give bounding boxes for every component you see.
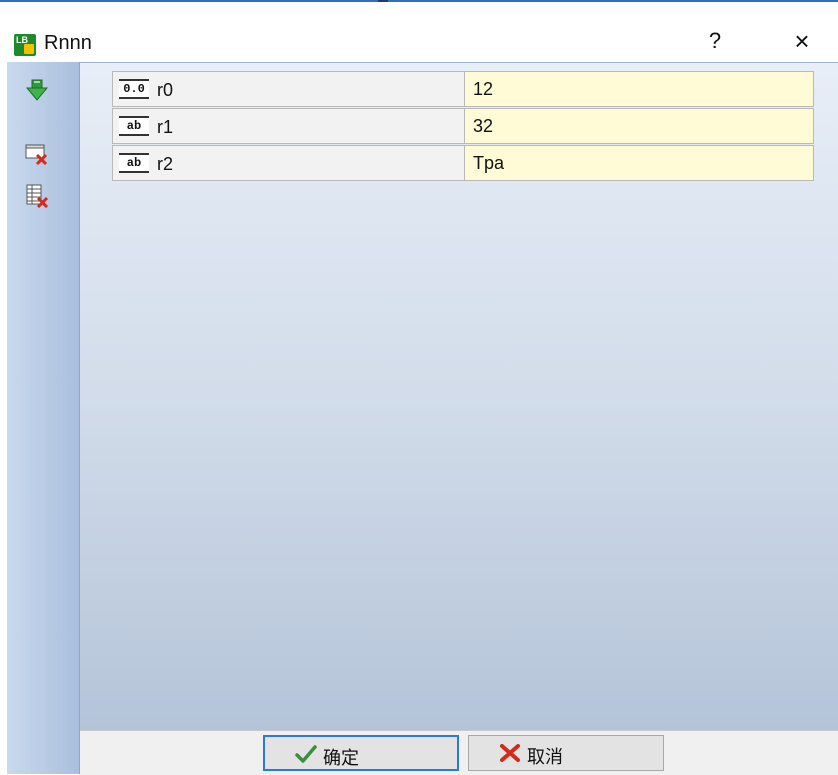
param-value: 12 (473, 79, 494, 99)
param-value-field[interactable]: 32 (464, 108, 814, 144)
red-x-icon (499, 743, 521, 767)
param-name-cell: ab r2 (112, 145, 464, 181)
text-type-icon: ab (119, 153, 149, 173)
close-button[interactable]: × (784, 26, 820, 56)
help-button[interactable]: ? (700, 26, 730, 56)
ok-button-label: 确定 (323, 748, 359, 768)
clear-table-icon[interactable] (25, 184, 49, 209)
cancel-button[interactable]: 取消 (468, 735, 664, 771)
text-type-icon: ab (119, 116, 149, 136)
table-row: ab r1 32 (112, 108, 814, 145)
parameter-grid: 0.0 r0 12 ab r1 32 ab r2 Tpa (112, 71, 814, 182)
app-logo-icon: LB (14, 34, 36, 56)
param-value: 32 (473, 116, 494, 136)
param-name-cell: 0.0 r0 (112, 71, 464, 107)
param-value-field[interactable]: 12 (464, 71, 814, 107)
param-value-field[interactable]: Tpa (464, 145, 814, 181)
sidebar-toolbar (7, 62, 80, 774)
table-row: 0.0 r0 12 (112, 71, 814, 108)
parameter-panel: 0.0 r0 12 ab r1 32 ab r2 Tpa (80, 62, 838, 731)
param-value: Tpa (473, 153, 505, 173)
title-bar: LB Rnnn ? × (0, 2, 838, 62)
delete-row-icon[interactable] (25, 142, 49, 166)
table-row: ab r2 Tpa (112, 145, 814, 182)
down-arrow-icon[interactable] (25, 78, 49, 102)
cancel-button-label: 取消 (527, 747, 563, 767)
window-title: Rnnn (44, 32, 92, 54)
checkmark-icon (295, 744, 317, 768)
param-name: r1 (157, 117, 174, 137)
ok-button[interactable]: 确定 (263, 735, 459, 771)
param-name: r2 (157, 154, 174, 174)
param-name-cell: ab r1 (112, 108, 464, 144)
numeric-type-icon: 0.0 (119, 79, 149, 99)
dialog-footer: 确定 取消 (80, 730, 838, 775)
param-name: r0 (157, 80, 174, 100)
